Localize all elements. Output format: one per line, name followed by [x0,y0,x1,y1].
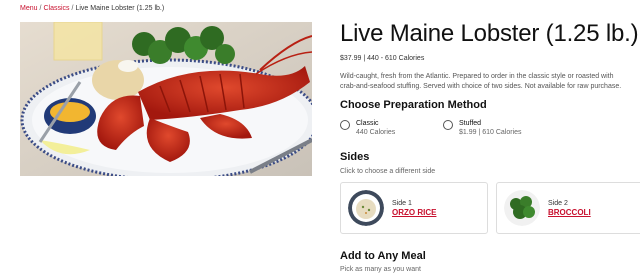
prep-option-classic[interactable]: Classic 440 Calories [340,119,395,137]
breadcrumb-menu-link[interactable]: Menu [20,5,38,12]
radio-button[interactable] [340,120,350,130]
side-name-link[interactable]: ORZO RICE [392,208,436,218]
prep-option-detail: $1.99 | 610 Calories [459,129,522,136]
breadcrumb-classics-link[interactable]: Classics [43,5,69,12]
side-slot-label: Side 2 [548,199,568,207]
side-card-2[interactable]: Side 2 BROCCOLI [496,182,640,234]
side-name-link[interactable]: BROCCOLI [548,208,591,218]
breadcrumb: Menu / Classics / Live Maine Lobster (1.25 l… [20,5,164,12]
product-description: Wild-caught, fresh from the Atlantic. Pr… [340,73,622,90]
broccoli-image [504,190,540,226]
price-calories: $37.99 | 440 - 610 Calories [340,55,425,62]
side-slot-label: Side 1 [392,199,412,207]
add-to-meal-subtitle: Pick as many as you want [340,266,421,273]
product-image [20,22,312,176]
orzo-rice-image [348,190,384,226]
breadcrumb-separator: / [71,5,74,12]
add-to-meal-heading: Add to Any Meal [340,250,426,262]
breadcrumb-current: Live Maine Lobster (1.25 lb.) [75,5,165,12]
prep-option-detail: 440 Calories [356,129,396,136]
prep-option-label: Classic [356,120,379,127]
sides-subtitle: Click to choose a different side [340,168,436,175]
prep-option-label: Stuffed [459,120,482,127]
breadcrumb-separator: / [39,5,42,12]
sides-heading: Sides [340,151,370,163]
radio-button[interactable] [443,120,453,130]
prep-option-stuffed[interactable]: Stuffed $1.99 | 610 Calories [443,119,522,137]
product-title: Live Maine Lobster (1.25 lb.) [340,20,639,47]
side-card-1[interactable]: Side 1 ORZO RICE [340,182,488,234]
preparation-heading: Choose Preparation Method [340,99,487,111]
